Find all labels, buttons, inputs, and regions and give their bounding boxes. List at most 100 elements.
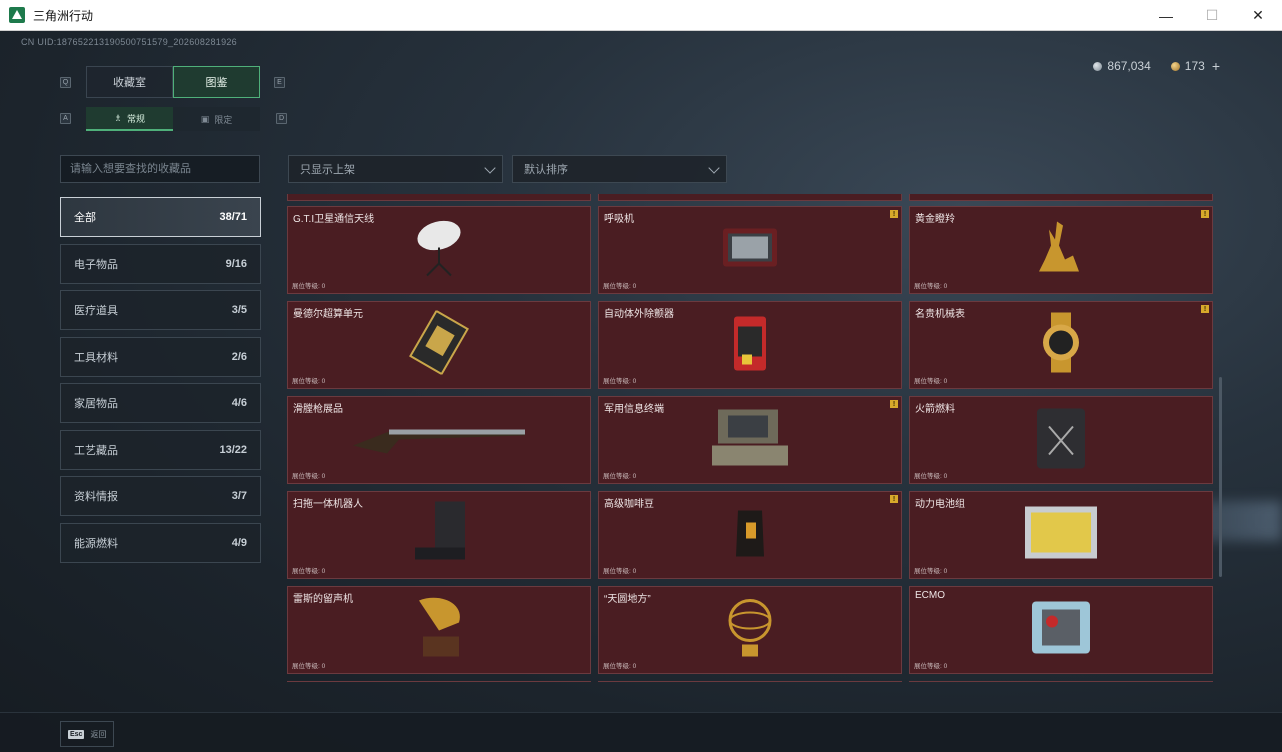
rocket-fuel-icon: [1031, 403, 1091, 478]
coffee-bag-icon: [732, 505, 768, 566]
category-item[interactable]: 电子物品 9/16: [60, 243, 261, 284]
collection-grid-viewport: G.T.I卫星通信天线 展位等级: 0 呼吸机 展位等级: 0! 黄金瞪羚 展位等级: 0…: [287, 185, 1214, 682]
shelf-filter-label: 只显示上架: [300, 164, 355, 176]
item-name: 扫拖一体机器人: [293, 499, 363, 510]
window-title: 三角洲行动: [33, 8, 94, 23]
category-label: 家居物品: [74, 398, 118, 410]
category-label: 能源燃料: [74, 537, 118, 550]
collection-card[interactable]: ECMO 展位等级: 0: [909, 586, 1213, 674]
partial-card-bottom: [287, 681, 591, 682]
category-item[interactable]: 工具材料 2/6: [60, 336, 261, 377]
main-tabs: 收藏室 图鉴: [86, 66, 260, 98]
category-count: 38/71: [219, 211, 247, 223]
category-label: 资料情报: [74, 491, 118, 503]
category-count: 4/6: [231, 397, 247, 409]
key-hint-e: E: [274, 77, 285, 88]
partial-card-top: [909, 194, 1213, 201]
category-item[interactable]: 资料情报 3/7: [60, 476, 261, 516]
game-area: CN UID:18765221319050075157​9_2026082819…: [0, 31, 1282, 752]
category-item[interactable]: 工艺藏品 13/22: [60, 429, 261, 470]
collection-card[interactable]: 高级咖啡豆 展位等级: 0!: [598, 491, 902, 579]
category-item[interactable]: 家居物品 4/6: [60, 383, 261, 423]
category-count: 13/22: [219, 443, 247, 456]
collection-card[interactable]: 雷斯的留声机展位等级: 0: [287, 586, 591, 674]
gramophone-icon: [409, 593, 469, 668]
golden-gazelle-icon: [1029, 216, 1093, 285]
category-label: 工具材料: [74, 351, 118, 364]
collection-card[interactable]: 动力电池组 展位等级: 0: [909, 491, 1213, 579]
collection-card[interactable]: 曼德尔超算单元展位等级: 0: [287, 301, 591, 389]
mechanical-watch-icon: [1033, 311, 1089, 380]
sort-dropdown[interactable]: 默认排序: [512, 155, 727, 183]
close-button[interactable]: ✕: [1235, 0, 1281, 31]
collection-card[interactable]: 火箭燃料展位等级: 0: [909, 396, 1213, 484]
ventilator-icon: [720, 223, 780, 278]
booth-level: 展位等级: 0: [914, 378, 948, 385]
collection-card[interactable]: 黄金瞪羚 展位等级: 0!: [909, 206, 1213, 294]
category-count: 3/7: [231, 490, 247, 502]
new-badge-icon: !: [1201, 210, 1209, 218]
category-count: 2/6: [231, 350, 247, 363]
booth-level: 展位等级: 0: [292, 663, 326, 670]
collection-card[interactable]: “天圆地方” 展位等级: 0: [598, 586, 902, 674]
item-name: 军用信息终端: [604, 404, 664, 415]
booth-level: 展位等级: 0: [292, 378, 326, 385]
maximize-button[interactable]: ☐: [1189, 0, 1235, 31]
partial-card-bottom: [598, 681, 902, 682]
image-icon: ▣: [200, 113, 210, 124]
category-item[interactable]: 能源燃料 4/9: [60, 522, 261, 563]
category-count: 4/9: [231, 536, 247, 549]
sub-tabs: ♗ 常规 ▣ 限定: [86, 107, 260, 131]
new-badge-icon: !: [890, 210, 898, 218]
collection-card[interactable]: 滑膛枪展品 展位等级: 0: [287, 396, 591, 484]
key-hint-a: A: [60, 113, 71, 124]
app-logo-icon: [9, 7, 25, 23]
satellite-dish-icon: [409, 216, 469, 285]
category-count: 9/16: [225, 257, 247, 270]
booth-level: 展位等级: 0: [292, 473, 326, 480]
booth-level: 展位等级: 0: [603, 663, 637, 670]
add-gold-icon[interactable]: +: [1212, 58, 1220, 74]
back-button[interactable]: Esc 返回: [60, 721, 114, 747]
category-label: 全部: [74, 212, 96, 224]
search-input[interactable]: [60, 155, 260, 183]
collection-card[interactable]: 军用信息终端展位等级: 0!: [598, 396, 902, 484]
minimize-button[interactable]: —: [1143, 0, 1189, 31]
key-hint-d: D: [276, 113, 287, 124]
uid-label: CN UID:18765221319050075157​9_2026082819…: [21, 37, 237, 47]
item-name: 曼德尔超算单元: [293, 309, 363, 320]
collection-card[interactable]: 自动体外除颤器 展位等级: 0: [598, 301, 902, 389]
armillary-sphere-icon: [720, 593, 780, 668]
subtab-regular[interactable]: ♗ 常规: [86, 107, 173, 131]
item-name: 名贵机械表: [915, 309, 965, 320]
currency-bar: 867,034 173 +: [1093, 58, 1220, 74]
robot-mop-icon: [409, 498, 469, 573]
collection-card[interactable]: 呼吸机 展位等级: 0!: [598, 206, 902, 294]
gold-currency[interactable]: 173 +: [1170, 58, 1220, 74]
partial-card-top: [287, 194, 591, 201]
item-name: 雷斯的留声机: [293, 594, 353, 605]
tab-catalog[interactable]: 图鉴: [173, 66, 260, 98]
new-badge-icon: !: [1201, 305, 1209, 313]
item-name: 火箭燃料: [915, 404, 955, 415]
military-terminal-icon: [710, 406, 790, 475]
subtab-limited[interactable]: ▣ 限定: [173, 107, 260, 131]
back-label: 返回: [90, 729, 107, 739]
booth-level: 展位等级: 0: [914, 473, 948, 480]
tab-collection-room[interactable]: 收藏室: [86, 66, 173, 98]
silver-coin-icon: [1093, 61, 1103, 71]
collection-card[interactable]: 扫拖一体机器人 展位等级: 0: [287, 491, 591, 579]
shelf-filter-dropdown[interactable]: 只显示上架: [288, 155, 503, 183]
category-item[interactable]: 全部 38/71: [60, 197, 261, 237]
collection-card[interactable]: G.T.I卫星通信天线 展位等级: 0: [287, 206, 591, 294]
category-item[interactable]: 医疗道具 3/5: [60, 290, 261, 330]
grid-scrollbar[interactable]: [1219, 377, 1222, 577]
new-badge-icon: !: [890, 400, 898, 408]
booth-level: 展位等级: 0: [603, 473, 637, 480]
gold-amount: 173: [1184, 59, 1205, 73]
collection-card[interactable]: 名贵机械表展位等级: 0!: [909, 301, 1213, 389]
new-badge-icon: !: [890, 495, 898, 503]
sort-label: 默认排序: [524, 164, 568, 176]
item-name: G.T.I卫星通信天线: [293, 214, 375, 225]
item-name: 黄金瞪羚: [915, 214, 955, 225]
